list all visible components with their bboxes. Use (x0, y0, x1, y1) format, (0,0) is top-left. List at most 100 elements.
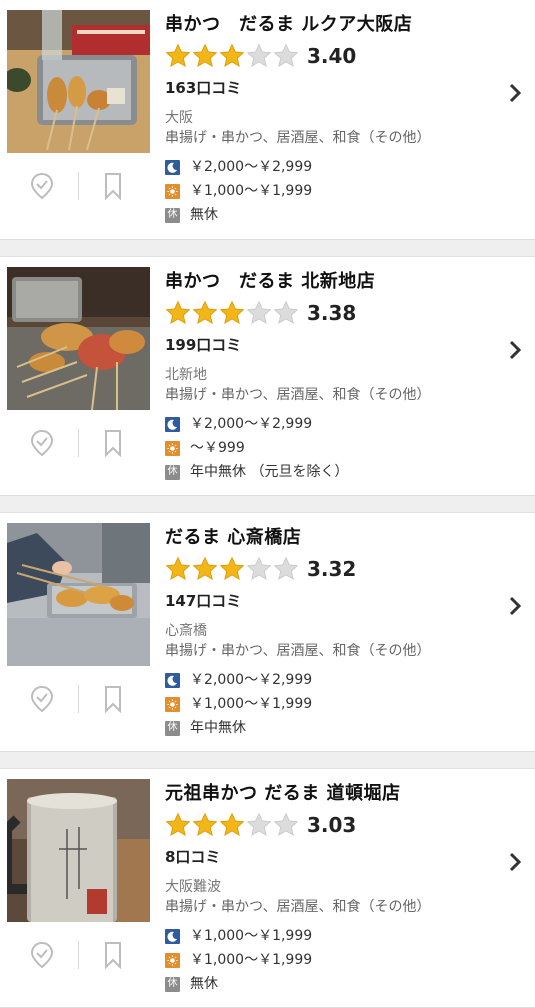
holiday-icon: 休 (165, 720, 180, 736)
lunch-price-row: ￥1,000～￥1,999 (165, 180, 495, 202)
restaurant-photo[interactable] (7, 267, 150, 410)
rating-score: 3.40 (307, 44, 357, 68)
restaurant-name[interactable]: 元祖串かつ だるま 道頓堀店 (165, 781, 495, 807)
action-divider (78, 941, 79, 969)
dinner-price-row: ￥2,000～￥2,999 (165, 413, 495, 435)
holiday-row: 休 年中無休 (165, 717, 495, 739)
star-empty-icon (273, 812, 299, 836)
lunch-price: ￥1,000～￥1,999 (190, 696, 313, 712)
restaurant-photo[interactable] (7, 10, 150, 153)
star-filled-icon (165, 43, 191, 67)
star-empty-icon (273, 43, 299, 67)
sun-icon (165, 952, 180, 968)
star-rating (165, 556, 299, 582)
lunch-price-row: ￥1,000～￥1,999 (165, 949, 495, 971)
sun-icon (165, 440, 180, 456)
star-empty-icon (246, 812, 272, 836)
dinner-price: ￥2,000～￥2,999 (190, 159, 313, 175)
location-check-icon (30, 941, 54, 969)
restaurant-name[interactable]: 串かつ だるま 北新地店 (165, 269, 495, 295)
bookmark-button[interactable] (95, 681, 131, 717)
star-filled-icon (219, 300, 245, 324)
genre-label: 串揚げ・串かつ、居酒屋、和食（その他） (165, 130, 431, 146)
restaurant-name[interactable]: 串かつ だるま ルクア大阪店 (165, 12, 495, 38)
card-actions (7, 168, 150, 204)
been-there-button[interactable] (24, 168, 60, 204)
genre-label: 串揚げ・串かつ、居酒屋、和食（その他） (165, 643, 431, 659)
dinner-price-row: ￥2,000～￥2,999 (165, 669, 495, 691)
bookmark-button[interactable] (95, 168, 131, 204)
price-block: ￥2,000～￥2,999 ￥1,000～￥1,999 休 年中無休 (165, 669, 495, 739)
bookmark-icon (105, 430, 121, 457)
genre-label: 串揚げ・串かつ、居酒屋、和食（その他） (165, 899, 431, 915)
chevron-right-icon[interactable] (505, 335, 525, 365)
star-rating (165, 300, 299, 326)
star-filled-icon (192, 300, 218, 324)
been-there-button[interactable] (24, 937, 60, 973)
area-label: 大阪難波 (165, 879, 221, 895)
area-label: 大阪 (165, 110, 193, 126)
bookmark-icon (105, 173, 121, 200)
star-filled-icon (192, 812, 218, 836)
restaurant-card[interactable]: 串かつ だるま 北新地店 3.38 199口コミ 北新地 串揚げ・串かつ、居酒屋… (0, 256, 535, 496)
holiday-icon: 休 (165, 976, 180, 992)
review-count: 163口コミ (165, 79, 242, 97)
star-filled-icon (192, 43, 218, 67)
star-filled-icon (219, 556, 245, 580)
holiday-icon: 休 (165, 464, 180, 480)
star-empty-icon (273, 556, 299, 580)
restaurant-info: 元祖串かつ だるま 道頓堀店 3.03 8口コミ 大阪難波 串揚げ・串かつ、居酒… (165, 781, 495, 995)
lunch-price-row: ￥1,000～￥1,999 (165, 693, 495, 715)
restaurant-info: 串かつ だるま 北新地店 3.38 199口コミ 北新地 串揚げ・串かつ、居酒屋… (165, 269, 495, 483)
restaurant-card[interactable]: だるま 心斎橋店 3.32 147口コミ 心斎橋 串揚げ・串かつ、居酒屋、和食（… (0, 512, 535, 752)
chevron-right-icon[interactable] (505, 591, 525, 621)
holiday-text: 無休 (190, 207, 218, 223)
price-block: ￥1,000～￥1,999 ￥1,000～￥1,999 休 無休 (165, 925, 495, 995)
action-divider (78, 172, 79, 200)
review-count: 147口コミ (165, 592, 242, 610)
lunch-price: ～￥999 (190, 440, 245, 456)
star-filled-icon (165, 812, 191, 836)
star-rating (165, 812, 299, 838)
star-filled-icon (165, 300, 191, 324)
star-empty-icon (246, 43, 272, 67)
rating-score: 3.38 (307, 301, 357, 325)
action-divider (78, 685, 79, 713)
restaurant-card[interactable]: 串かつ だるま ルクア大阪店 3.40 163口コミ 大阪 串揚げ・串かつ、居酒… (0, 0, 535, 240)
card-actions (7, 681, 150, 717)
moon-icon (165, 416, 180, 432)
holiday-text: 年中無休 （元旦を除く） (190, 464, 349, 480)
star-filled-icon (165, 556, 191, 580)
rating-score: 3.03 (307, 813, 357, 837)
holiday-icon: 休 (165, 207, 180, 223)
bookmark-button[interactable] (95, 937, 131, 973)
restaurant-name[interactable]: だるま 心斎橋店 (165, 525, 495, 551)
lunch-price-row: ～￥999 (165, 437, 495, 459)
sun-icon (165, 696, 180, 712)
restaurant-info: 串かつ だるま ルクア大阪店 3.40 163口コミ 大阪 串揚げ・串かつ、居酒… (165, 12, 495, 226)
been-there-button[interactable] (24, 425, 60, 461)
chevron-right-icon[interactable] (505, 847, 525, 877)
moon-icon (165, 672, 180, 688)
chevron-right-icon[interactable] (505, 78, 525, 108)
restaurant-card[interactable]: 元祖串かつ だるま 道頓堀店 3.03 8口コミ 大阪難波 串揚げ・串かつ、居酒… (0, 768, 535, 1008)
price-block: ￥2,000～￥2,999 ￥1,000～￥1,999 休 無休 (165, 156, 495, 226)
restaurant-photo[interactable] (7, 523, 150, 666)
rating-row: 3.40 (165, 40, 495, 72)
dinner-price: ￥2,000～￥2,999 (190, 416, 313, 432)
been-there-button[interactable] (24, 681, 60, 717)
bookmark-button[interactable] (95, 425, 131, 461)
card-actions (7, 937, 150, 973)
restaurant-photo[interactable] (7, 779, 150, 922)
card-actions (7, 425, 150, 461)
holiday-text: 無休 (190, 976, 218, 992)
area-label: 心斎橋 (165, 623, 207, 639)
dinner-price-row: ￥1,000～￥1,999 (165, 925, 495, 947)
lunch-price: ￥1,000～￥1,999 (190, 952, 313, 968)
kushikatsu-frying-photo (7, 523, 150, 666)
dinner-price: ￥2,000～￥2,999 (190, 672, 313, 688)
sun-icon (165, 183, 180, 199)
holiday-text: 年中無休 (190, 720, 246, 736)
holiday-row: 休 無休 (165, 204, 495, 226)
review-count: 199口コミ (165, 336, 242, 354)
